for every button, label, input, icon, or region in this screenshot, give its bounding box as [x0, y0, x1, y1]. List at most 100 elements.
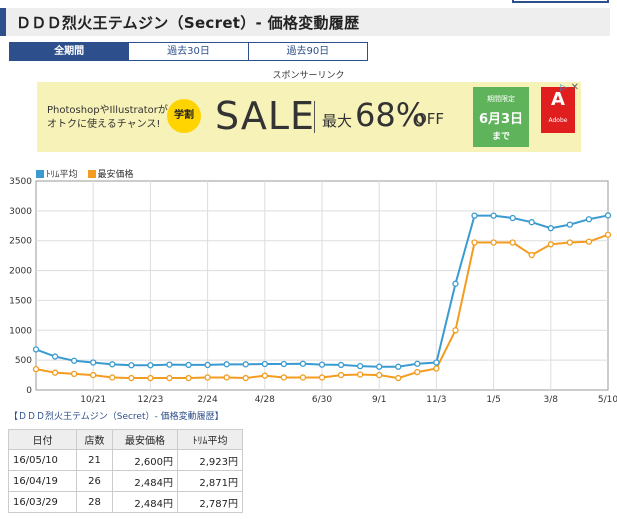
cell-trim-avg: 2,787円	[177, 491, 243, 513]
ad-limited-label: 期間限定	[487, 95, 515, 103]
data-point	[32, 365, 40, 373]
data-point	[395, 374, 402, 382]
cell-lowest-price: 2,484円	[112, 470, 178, 492]
y-tick-label: 2500	[9, 237, 32, 247]
data-point	[109, 374, 116, 381]
price-history-table: 日付 店数 最安価格 ﾄﾘﾑ平均 16/05/10 21 2,600円 2,92…	[8, 429, 243, 513]
adobe-logo: A Adobe	[541, 87, 575, 133]
header-trim-avg: ﾄﾘﾑ平均	[177, 429, 243, 450]
y-tick-label: 1000	[9, 326, 32, 336]
cell-date: 16/04/19	[8, 470, 77, 492]
data-point	[414, 360, 421, 367]
data-point	[299, 374, 307, 381]
close-icon[interactable]: ✕	[571, 82, 579, 93]
data-point	[490, 212, 497, 219]
data-point	[166, 374, 173, 382]
data-point	[471, 239, 478, 246]
cell-trim-avg: 2,871円	[177, 470, 243, 492]
x-tick-label: 6/30	[312, 395, 332, 405]
y-tick-label: 3500	[9, 177, 32, 187]
y-tick-label: 1500	[9, 296, 32, 306]
data-point	[433, 365, 440, 372]
data-point	[528, 219, 535, 226]
data-point	[242, 361, 249, 368]
data-point	[452, 327, 459, 334]
data-point	[204, 361, 211, 369]
y-tick-label: 0	[26, 386, 32, 396]
data-point	[318, 361, 326, 368]
data-point	[318, 374, 326, 381]
y-tick-label: 2000	[9, 267, 32, 277]
x-tick-label: 12/23	[137, 395, 163, 405]
data-point	[204, 374, 211, 381]
header-store-count: 店数	[76, 429, 113, 450]
data-point	[70, 357, 78, 364]
data-point	[147, 374, 154, 382]
data-point	[528, 251, 535, 259]
data-point	[166, 361, 173, 368]
data-point	[280, 374, 288, 381]
x-tick-label: 10/21	[80, 395, 106, 405]
data-point	[376, 363, 383, 370]
data-point	[261, 360, 268, 368]
data-point	[51, 353, 59, 360]
cell-date: 16/03/29	[8, 491, 77, 513]
cell-store-count: 28	[76, 491, 113, 513]
data-point	[509, 214, 516, 222]
x-tick-label: 2/24	[197, 395, 217, 405]
x-tick-label: 1/5	[486, 395, 500, 405]
data-point	[337, 361, 345, 369]
data-point	[337, 371, 345, 379]
page-title: ＤＤＤ烈火王テムジン（Secret）- 価格変動履歴	[16, 14, 360, 32]
tab-all-period[interactable]: 全期間	[10, 43, 130, 60]
ad-text-line1: PhotoshopやIllustratorが	[47, 105, 168, 116]
header-date: 日付	[8, 429, 77, 450]
x-tick-label: 11/3	[426, 395, 446, 405]
data-point	[280, 360, 288, 368]
data-point	[566, 221, 574, 228]
ad-limited-box: 期間限定 6月3日 まで	[473, 87, 529, 147]
data-point	[261, 372, 268, 379]
data-point	[90, 371, 97, 379]
data-point	[395, 363, 402, 370]
data-point	[604, 231, 612, 238]
data-point	[223, 361, 230, 368]
data-point	[90, 359, 97, 366]
data-point	[32, 346, 40, 353]
data-point	[547, 225, 554, 232]
cell-store-count: 26	[76, 470, 113, 492]
tab-past-30-days[interactable]: 過去30日	[129, 43, 249, 60]
cell-store-count: 21	[76, 449, 113, 471]
ad-banner[interactable]: PhotoshopやIllustratorが オトクに使えるチャンス! 学割 S…	[37, 82, 581, 152]
cell-date: 16/05/10	[8, 449, 77, 471]
cell-lowest-price: 2,484円	[112, 491, 178, 513]
ad-until: まで	[491, 132, 510, 142]
price-history-chart: 0 500 1000 1500 2000 2500 3000 3500 10/21 12/23 2/…	[9, 177, 617, 405]
table-row: 16/03/29 28 2,484円 2,787円	[8, 491, 243, 513]
tab-past-90-days[interactable]: 過去90日	[248, 43, 367, 60]
ad-badge: 学割	[167, 99, 201, 133]
adobe-logo-mark: A	[551, 89, 565, 110]
data-point	[604, 212, 612, 219]
data-point	[547, 241, 554, 248]
x-tick-label: 9/1	[372, 395, 386, 405]
data-point	[147, 362, 154, 369]
data-point	[414, 368, 421, 376]
data-point	[585, 238, 593, 245]
data-point	[51, 369, 59, 376]
data-point	[70, 370, 78, 378]
table-row: 16/04/19 26 2,484円 2,871円	[8, 470, 243, 492]
data-point	[128, 374, 135, 382]
info-icon[interactable]: ▷	[560, 83, 567, 93]
header-corner-frame	[512, 0, 609, 3]
ad-divider	[314, 101, 315, 133]
header-lowest-price: 最安価格	[112, 429, 178, 450]
table-header-row: 日付 店数 最安価格 ﾄﾘﾑ平均	[8, 429, 243, 450]
page-title-bar: ＤＤＤ烈火王テムジン（Secret）- 価格変動履歴	[0, 8, 610, 36]
data-point	[471, 212, 478, 219]
x-tick-label: 3/8	[544, 395, 559, 405]
y-tick-label: 500	[15, 356, 32, 366]
period-tabs: 全期間 過去30日 過去90日	[9, 42, 368, 61]
ad-off-label: OFF	[415, 110, 445, 128]
ad-text-line2: オトクに使えるチャンス!	[47, 119, 161, 130]
